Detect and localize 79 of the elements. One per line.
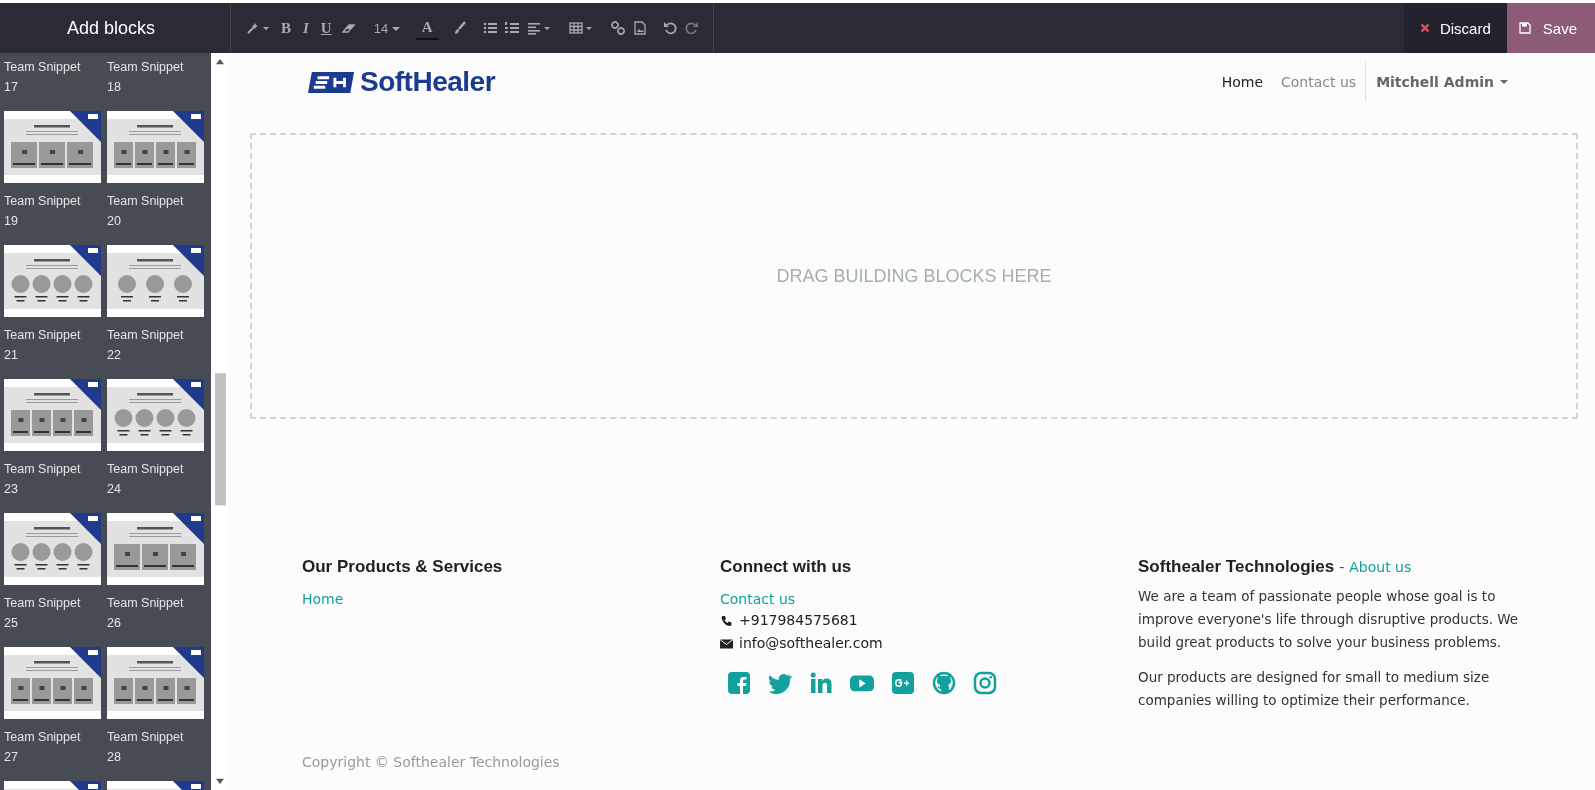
bullet-list-icon[interactable] bbox=[482, 21, 497, 35]
footer-heading: Connect with us bbox=[720, 557, 852, 577]
discard-button[interactable]: Discard bbox=[1403, 3, 1507, 53]
snippet-thumbnail[interactable] bbox=[4, 111, 101, 183]
about-paragraph: We are a team of passionate people whose goal is to improve everyone's life through disruptive products. We build great products to solve your business problems. bbox=[1138, 587, 1520, 652]
underline-button[interactable]: U bbox=[318, 19, 334, 37]
about-link[interactable]: About us bbox=[1349, 557, 1412, 577]
snippet-number: 26 bbox=[107, 615, 122, 632]
snippet-name: Team Snippet bbox=[4, 193, 82, 210]
snippet-number: 22 bbox=[107, 347, 122, 364]
snippet-name: Team Snippet bbox=[107, 193, 185, 210]
snippet-name: Team Snippet bbox=[107, 595, 185, 612]
snippet-number: 20 bbox=[107, 213, 122, 230]
snippet-thumbnail[interactable] bbox=[107, 245, 204, 317]
user-menu[interactable]: Mitchell Admin bbox=[1365, 62, 1518, 102]
snippet-name: Team Snippet bbox=[107, 59, 185, 76]
nav-link[interactable]: Contact us bbox=[1272, 74, 1366, 90]
paintbrush-icon[interactable] bbox=[452, 21, 467, 35]
snippet-name: Team Snippet bbox=[107, 327, 185, 344]
snippet-thumbnail[interactable] bbox=[4, 647, 101, 719]
snippet-thumbnail[interactable] bbox=[107, 513, 204, 585]
image-icon[interactable] bbox=[632, 21, 647, 35]
snippet-thumbnail[interactable] bbox=[4, 245, 101, 317]
table-icon[interactable] bbox=[568, 21, 595, 35]
about-paragraph: Our products are designed for small to medium size companies willing to optimize their performance. bbox=[1138, 668, 1491, 710]
snippet-number: 19 bbox=[4, 213, 19, 230]
snippet-number: 21 bbox=[4, 347, 19, 364]
snippet-name: Team Snippet bbox=[4, 461, 82, 478]
numbered-list-icon[interactable] bbox=[504, 21, 519, 35]
logo-mark-icon bbox=[308, 69, 356, 95]
snippet-number: 23 bbox=[4, 481, 19, 498]
close-icon bbox=[1419, 23, 1430, 33]
snippet-name: Team Snippet bbox=[4, 59, 82, 76]
snippet-number: 24 bbox=[107, 481, 122, 498]
snippet-name: Team Snippet bbox=[4, 327, 82, 344]
link-icon[interactable] bbox=[610, 21, 625, 35]
phone-icon bbox=[720, 614, 733, 627]
snippet-name: Team Snippet bbox=[107, 461, 185, 478]
camera-icon[interactable] bbox=[973, 671, 997, 695]
eraser-icon[interactable] bbox=[341, 21, 356, 35]
snippet-number: 18 bbox=[107, 79, 122, 96]
separator-dash: - bbox=[1339, 559, 1345, 575]
footer-heading: Our Products & Services bbox=[302, 557, 503, 577]
font-size-dropdown[interactable]: 14 bbox=[371, 20, 402, 36]
snippet-thumbnail[interactable] bbox=[107, 647, 204, 719]
footer-link[interactable]: Contact us bbox=[720, 589, 796, 609]
envelope-icon bbox=[720, 637, 733, 650]
snippet-number: 17 bbox=[4, 79, 19, 96]
snippet-number: 28 bbox=[107, 749, 122, 766]
google-plus-icon[interactable] bbox=[891, 671, 915, 695]
snippet-number: 25 bbox=[4, 615, 19, 632]
phone-number: +917984575681 bbox=[739, 611, 858, 630]
github-icon[interactable] bbox=[932, 671, 956, 695]
panel-title: Add blocks bbox=[67, 17, 156, 39]
bold-button[interactable]: B bbox=[279, 19, 293, 37]
email-address: info@softhealer.com bbox=[739, 634, 883, 653]
footer-heading: Softhealer Technologies bbox=[1138, 557, 1335, 577]
linkedin-icon[interactable] bbox=[809, 671, 833, 695]
redo-icon[interactable] bbox=[684, 21, 699, 35]
text-color-button[interactable]: A bbox=[415, 16, 439, 40]
snippet-name: Team Snippet bbox=[4, 729, 82, 746]
align-left-icon[interactable] bbox=[526, 21, 553, 35]
facebook-icon[interactable] bbox=[727, 671, 751, 695]
bird-icon[interactable] bbox=[768, 671, 792, 695]
undo-icon[interactable] bbox=[662, 21, 677, 35]
save-button[interactable]: Save bbox=[1506, 3, 1595, 53]
snippet-thumbnail[interactable] bbox=[107, 379, 204, 451]
magic-wand-icon[interactable] bbox=[245, 21, 271, 35]
company-logo[interactable]: SoftHealer bbox=[308, 66, 496, 98]
snippet-name: Team Snippet bbox=[107, 729, 185, 746]
snippet-thumbnail[interactable] bbox=[107, 111, 204, 183]
footer-link[interactable]: Home bbox=[302, 589, 344, 609]
snippet-thumbnail[interactable] bbox=[4, 513, 101, 585]
nav-link[interactable]: Home bbox=[1212, 74, 1273, 90]
copyright-text: Copyright © Softhealer Technologies bbox=[302, 754, 561, 770]
italic-button[interactable]: I bbox=[301, 19, 311, 37]
snippet-number: 27 bbox=[4, 749, 19, 766]
snippet-name: Team Snippet bbox=[4, 595, 82, 612]
snippet-thumbnail[interactable] bbox=[4, 379, 101, 451]
